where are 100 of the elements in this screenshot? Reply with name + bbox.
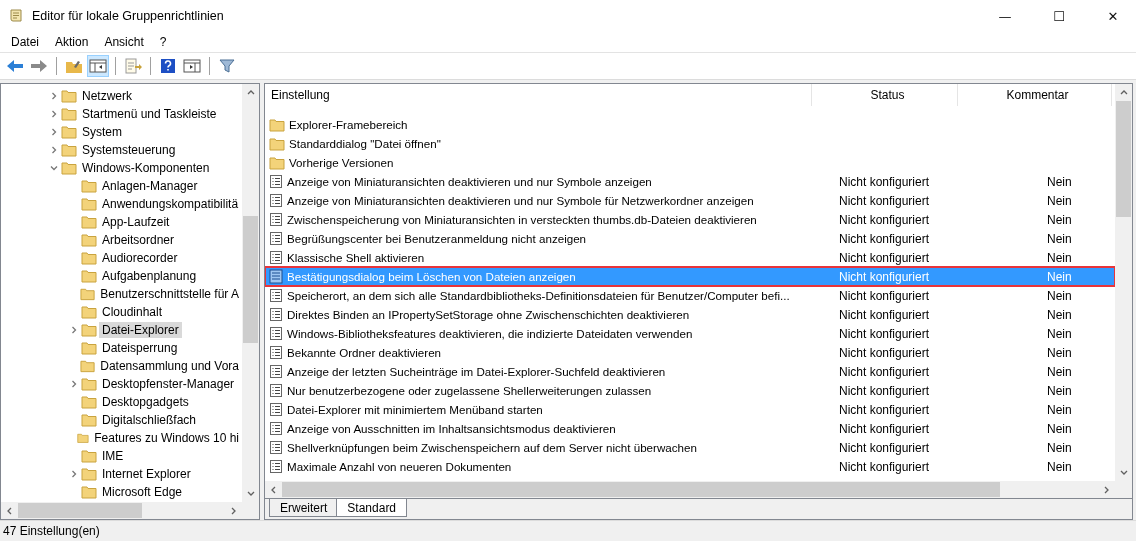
tree-item[interactable]: Anwendungskompatibilitä (99, 196, 242, 212)
table-row[interactable]: Anzeige von Ausschnitten im Inhaltsansichtsmodus deaktivieren Nicht konfiguriert Nein (265, 419, 1115, 438)
comment-text: Nein (1046, 402, 1072, 417)
tree-item[interactable]: Desktopgadgets (99, 394, 192, 410)
table-row[interactable]: Klassische Shell aktivieren Nicht konfiguriert Nein (265, 248, 1115, 267)
menu-item[interactable]: Datei (3, 32, 47, 52)
chevron-right-icon[interactable] (50, 128, 58, 136)
table-row[interactable]: Begrüßungscenter bei Benutzeranmeldung nicht anzeigen Nicht konfiguriert Nein (265, 229, 1115, 248)
comment-text: Nein (1046, 269, 1072, 284)
tree-item[interactable]: Arbeitsordner (99, 232, 178, 248)
folder-icon (81, 215, 97, 229)
setting-icon (269, 402, 283, 417)
setting-name: Windows-Bibliotheksfeatures deaktivieren, die indizierte Dateidaten verwenden (287, 327, 693, 340)
chevron-right-icon[interactable] (50, 146, 58, 154)
tree-item[interactable]: Datei-Explorer (99, 322, 182, 338)
table-row[interactable]: Nur benutzerbezogene oder zugelassene Shellerweiterungen zulassen Nicht konfiguriert Nein (265, 381, 1115, 400)
horizontal-scrollbar[interactable] (265, 481, 1132, 498)
chevron-right-icon[interactable] (70, 326, 78, 334)
view-tab[interactable]: Standard (336, 499, 408, 517)
comment-text: Nein (1046, 345, 1072, 360)
table-row[interactable]: Datei-Explorer mit minimiertem Menüband starten Nicht konfiguriert Nein (265, 400, 1115, 419)
status-text: Nicht konfiguriert (838, 193, 930, 208)
chevron-right-icon[interactable] (70, 380, 78, 388)
table-row[interactable]: Maximale Anzahl von neueren Dokumenten Nicht konfiguriert Nein (265, 457, 1115, 476)
status-text: Nicht konfiguriert (838, 307, 930, 322)
tree-item[interactable]: Datensammlung und Vora (97, 358, 242, 374)
filter-icon (219, 58, 235, 74)
column-header[interactable]: Status (812, 84, 958, 106)
setting-name: Anzeige von Miniaturansichten deaktivieren und nur Symbole für Netzwerkordner anzeigen (287, 194, 754, 207)
setting-name: Bestätigungsdialog beim Löschen von Dateien anzeigen (287, 270, 576, 283)
status-text: Nicht konfiguriert (838, 288, 930, 303)
tree-item[interactable]: Aufgabenplanung (99, 268, 200, 284)
chevron-right-icon[interactable] (50, 92, 58, 100)
tree-item[interactable]: Startmenü und Taskleiste (79, 106, 220, 122)
folder-icon (269, 136, 285, 151)
table-row[interactable]: Standarddialog "Datei öffnen" (265, 134, 1115, 153)
menu-item[interactable]: Aktion (47, 32, 97, 52)
minimize-button[interactable]: — (982, 0, 1028, 32)
folder-icon (81, 323, 97, 337)
status-text: Nicht konfiguriert (838, 231, 930, 246)
tree-item[interactable]: Netzwerk (79, 88, 135, 104)
tree-item[interactable]: Desktopfenster-Manager (99, 376, 238, 392)
setting-name: Standarddialog "Datei öffnen" (289, 137, 441, 150)
table-row[interactable]: Anzeige von Miniaturansichten deaktivieren und nur Symbole für Netzwerkordner anzeigen Nicht konfiguriert Nein (265, 191, 1115, 210)
column-header[interactable]: Kommentar (958, 84, 1112, 106)
table-row[interactable]: Bekannte Ordner deaktivieren Nicht konfiguriert Nein (265, 343, 1115, 362)
tree-item[interactable]: Internet Explorer (99, 466, 194, 482)
setting-icon (269, 307, 283, 322)
comment-text: Nein (1046, 383, 1072, 398)
folder-icon (269, 155, 285, 170)
folder-icon (81, 449, 97, 463)
chevron-down-icon[interactable] (50, 164, 58, 172)
tree-item[interactable]: Benutzerschnittstelle für A (97, 286, 242, 302)
setting-icon (269, 345, 283, 360)
table-row[interactable]: Anzeige von Miniaturansichten deaktivieren und nur Symbole anzeigen Nicht konfiguriert Nein (265, 172, 1115, 191)
help-icon (160, 58, 176, 74)
setting-icon (269, 250, 283, 265)
tree-item[interactable]: Dateisperrung (99, 340, 181, 356)
tree-item[interactable]: System (79, 124, 125, 140)
tree-item[interactable]: App-Laufzeit (99, 214, 173, 230)
setting-name: Datei-Explorer mit minimiertem Menüband starten (287, 403, 543, 416)
maximize-button[interactable]: ☐ (1036, 0, 1082, 32)
setting-icon (269, 231, 283, 246)
view-tab[interactable]: Erweitert (269, 499, 339, 517)
tree-item[interactable]: Microsoft Edge (99, 484, 186, 500)
toolbar-button[interactable] (87, 55, 109, 77)
table-row[interactable]: Shellverknüpfungen beim Zwischenspeichern auf dem Server nicht überwachen Nicht konfiguriert Nein (265, 438, 1115, 457)
tree-item[interactable]: Systemsteuerung (79, 142, 179, 158)
tree-item[interactable]: Features zu Windows 10 hi (91, 430, 242, 446)
vertical-scrollbar[interactable] (1115, 84, 1132, 481)
table-row[interactable]: Explorer-Framebereich (265, 115, 1115, 134)
chevron-right-icon[interactable] (70, 470, 78, 478)
table-row[interactable]: Direktes Binden an IPropertySetStorage ohne Zwischenschichten deaktivieren Nicht konfiguriert Nein (265, 305, 1115, 324)
comment-text: Nein (1046, 307, 1072, 322)
comment-text: Nein (1046, 174, 1072, 189)
tree-item[interactable]: Cloudinhalt (99, 304, 166, 320)
tree-item[interactable]: Windows-Komponenten (79, 160, 213, 176)
tree-item[interactable]: Anlagen-Manager (99, 178, 201, 194)
column-header[interactable]: Einstellung (265, 84, 812, 106)
pane-icon (89, 58, 107, 74)
tree-item[interactable]: Audiorecorder (99, 250, 181, 266)
menu-item[interactable]: Ansicht (96, 32, 152, 52)
table-row[interactable]: Windows-Bibliotheksfeatures deaktivieren, die indizierte Dateidaten verwenden Nicht konfiguriert Nein (265, 324, 1115, 343)
horizontal-scrollbar[interactable] (1, 502, 259, 519)
status-text: Nicht konfiguriert (838, 326, 930, 341)
table-row[interactable]: Vorherige Versionen (265, 153, 1115, 172)
vertical-scrollbar[interactable] (242, 84, 259, 502)
tree-item[interactable]: Digitalschließfach (99, 412, 200, 428)
menu-item[interactable]: ? (151, 32, 175, 52)
setting-icon (269, 459, 283, 474)
close-button[interactable]: ✕ (1090, 0, 1136, 32)
comment-text: Nein (1046, 231, 1072, 246)
folder-icon (81, 413, 97, 427)
folder-icon (81, 485, 97, 499)
comment-text: Nein (1046, 250, 1072, 265)
chevron-right-icon[interactable] (50, 110, 58, 118)
table-row[interactable]: Anzeige der letzten Sucheinträge im Datei-Explorer-Suchfeld deaktivieren Nicht konfiguriert Nein (265, 362, 1115, 381)
table-row[interactable]: Zwischenspeicherung von Miniaturansichten in versteckten thumbs.db-Dateien deaktivieren Nicht konfiguriert Nein (265, 210, 1115, 229)
table-row[interactable]: Speicherort, an dem sich alle Standardbibliotheks-Definitionsdateien für Benutzer/Computer befi... Nicht konfiguriert Nein (265, 286, 1115, 305)
tree-item[interactable]: IME (99, 448, 127, 464)
